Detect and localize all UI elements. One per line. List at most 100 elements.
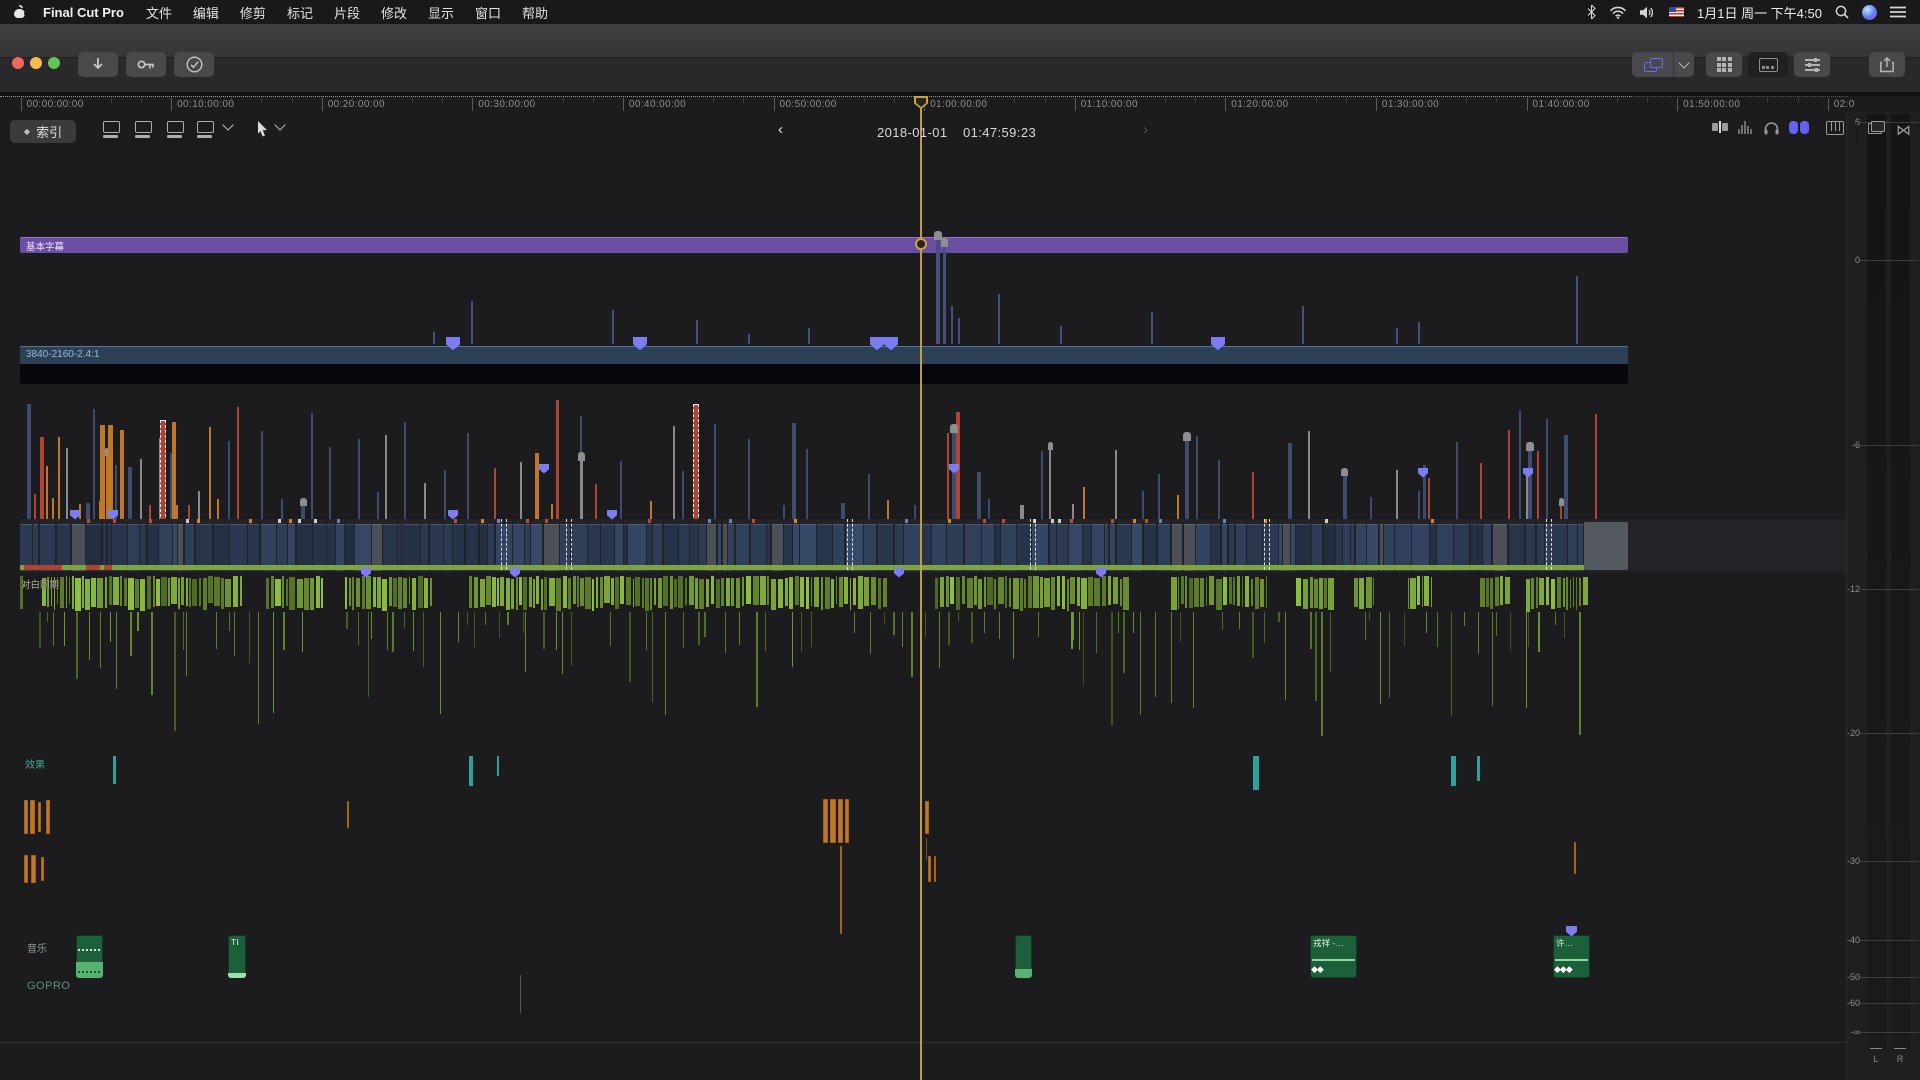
dialogue-clip[interactable]	[1077, 577, 1080, 607]
dialogue-clip[interactable]	[497, 578, 498, 606]
storyline-clip[interactable]	[513, 524, 524, 571]
storyline-clip[interactable]	[313, 524, 326, 571]
dialogue-clip[interactable]	[1251, 579, 1253, 606]
storyline-clip[interactable]	[1478, 524, 1481, 571]
connected-clip[interactable]	[620, 461, 622, 520]
dialogue-clip[interactable]	[556, 578, 561, 611]
dialogue-clip[interactable]	[541, 579, 543, 610]
connected-clip[interactable]	[1418, 491, 1420, 520]
menu-item-1[interactable]: 编辑	[193, 3, 219, 22]
skip-back-chevron[interactable]: ‹	[778, 121, 783, 138]
dialogue-clip[interactable]	[1266, 576, 1267, 607]
dialogue-clip[interactable]	[645, 578, 648, 611]
dialogue-clip[interactable]	[393, 578, 397, 608]
dialogue-clip[interactable]	[1566, 577, 1568, 610]
storyline-clip[interactable]	[1471, 524, 1477, 571]
sfx-clip[interactable]	[30, 800, 35, 834]
dialogue-clip[interactable]	[935, 578, 938, 609]
dialogue-clip[interactable]	[967, 578, 973, 608]
connected-clip[interactable]	[1218, 460, 1220, 520]
dialogue-clip[interactable]	[1206, 577, 1207, 606]
dialogue-clip[interactable]	[1366, 577, 1372, 608]
storyline-clip[interactable]	[690, 524, 698, 571]
effect-clip[interactable]	[469, 756, 473, 786]
dialogue-clip[interactable]	[549, 578, 555, 607]
storyline-clip[interactable]	[345, 524, 353, 571]
storyline-clip[interactable]	[398, 524, 401, 571]
dialogue-clip[interactable]	[430, 578, 433, 606]
storyline-clip[interactable]	[1552, 524, 1567, 571]
connected-clip[interactable]	[1041, 451, 1043, 520]
connected-clip[interactable]	[1418, 322, 1420, 344]
sfx-clip[interactable]	[838, 799, 843, 843]
dialogue-clip[interactable]	[1373, 578, 1374, 605]
connected-clip[interactable]	[1519, 411, 1521, 520]
dialogue-clip[interactable]	[1328, 578, 1334, 610]
dialogue-clip[interactable]	[1223, 577, 1227, 605]
dialogue-clip[interactable]	[1526, 579, 1529, 612]
connected-clip[interactable]	[808, 328, 810, 344]
storyline-clip[interactable]	[864, 524, 876, 571]
storyline-clip[interactable]	[1229, 524, 1235, 571]
dialogue-clip[interactable]	[1422, 576, 1423, 607]
audio-skimming-toggle[interactable]	[1738, 121, 1752, 134]
dialogue-clip[interactable]	[1573, 577, 1575, 607]
dialogue-clip[interactable]	[1229, 577, 1232, 604]
connected-clip[interactable]	[301, 505, 305, 520]
dialogue-clip[interactable]	[1480, 578, 1484, 608]
storyline-clip[interactable]	[1279, 524, 1282, 571]
dialogue-clip[interactable]	[286, 579, 288, 606]
dialogue-clip[interactable]	[1181, 576, 1184, 603]
dialogue-clip[interactable]	[153, 576, 155, 607]
storyline-clip[interactable]	[1057, 524, 1067, 571]
dialogue-clip[interactable]	[699, 579, 704, 609]
connected-clip[interactable]	[693, 404, 699, 522]
dialogue-clip[interactable]	[208, 576, 212, 603]
connected-clip[interactable]	[228, 441, 230, 520]
dialogue-clip[interactable]	[352, 577, 354, 610]
connected-clip[interactable]	[471, 301, 473, 344]
dialogue-clip[interactable]	[1189, 578, 1193, 608]
sfx-clip[interactable]	[934, 856, 936, 882]
dialogue-clip[interactable]	[282, 576, 284, 608]
dialogue-clip[interactable]	[871, 577, 876, 605]
dialogue-clip[interactable]	[821, 577, 824, 610]
dialogue-clip[interactable]	[864, 577, 869, 606]
storyline-clip[interactable]	[108, 524, 111, 571]
connected-clip[interactable]	[86, 503, 90, 520]
inspector-button[interactable]	[1794, 52, 1830, 77]
storyline-clip[interactable]	[1526, 524, 1536, 571]
storyline-clip[interactable]	[430, 524, 443, 571]
dialogue-clip[interactable]	[974, 576, 977, 605]
dialogue-clip[interactable]	[418, 576, 423, 608]
sfx-clip[interactable]	[46, 800, 50, 834]
dialogue-clip[interactable]	[1070, 577, 1075, 604]
storyline-clip[interactable]	[572, 524, 587, 571]
dialogue-clip[interactable]	[168, 578, 170, 606]
dialogue-clip[interactable]	[310, 578, 314, 610]
storyline-clip[interactable]	[1568, 524, 1577, 571]
marker-pin[interactable]	[894, 568, 904, 578]
dialogue-clip[interactable]	[831, 579, 834, 608]
storyline-clip[interactable]	[679, 524, 688, 571]
app-menu-title[interactable]: Final Cut Pro	[43, 5, 124, 20]
dialogue-clip[interactable]	[878, 578, 882, 609]
dialogue-clip[interactable]	[1237, 576, 1240, 606]
connected-clip[interactable]	[988, 499, 990, 520]
storyline-clip[interactable]	[723, 524, 727, 571]
dialogue-clip[interactable]	[199, 578, 202, 606]
dialogue-clip[interactable]	[987, 577, 992, 605]
dialogue-clip[interactable]	[91, 578, 95, 607]
storyline-clip[interactable]	[1247, 524, 1262, 571]
index-button[interactable]: ◆ 索引	[10, 120, 76, 143]
music-clip[interactable]	[1015, 935, 1032, 978]
menu-item-4[interactable]: 片段	[334, 3, 360, 22]
connected-clip[interactable]	[1396, 328, 1398, 344]
dialogue-clip[interactable]	[1123, 577, 1128, 609]
dialogue-clip[interactable]	[398, 577, 401, 609]
dialogue-clip[interactable]	[1040, 577, 1042, 607]
dialogue-clip[interactable]	[1178, 577, 1179, 609]
dialogue-clip[interactable]	[746, 576, 752, 604]
music-clip[interactable]	[76, 935, 103, 978]
storyline-clip[interactable]	[261, 524, 276, 571]
